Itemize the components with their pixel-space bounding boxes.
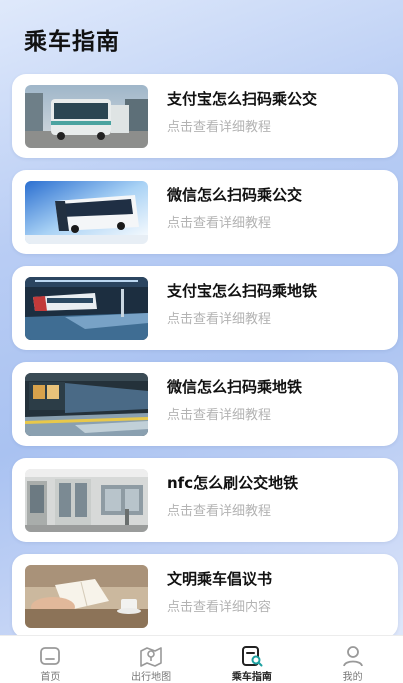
guide-subtitle: 点击查看详细教程 xyxy=(167,120,272,135)
guide-title: 支付宝怎么扫码乘公交 xyxy=(167,90,318,108)
guide-title: 支付宝怎么扫码乘地铁 xyxy=(167,282,318,300)
guide-list: 支付宝怎么扫码乘公交 点击查看详细教程 微信怎么扫码乘公交 点击查看详细教程 支… xyxy=(12,74,398,650)
tab-label: 首页 xyxy=(40,672,61,683)
guide-icon xyxy=(241,646,263,667)
reading-book-photo xyxy=(25,565,148,628)
guide-subtitle: 点击查看详细教程 xyxy=(167,408,272,423)
page-title: 乘车指南 xyxy=(24,29,120,55)
guide-title: 微信怎么扫码乘地铁 xyxy=(167,378,303,396)
guide-card-civility[interactable]: 文明乘车倡议书 点击查看详细内容 xyxy=(12,554,398,638)
tab-label: 出行地图 xyxy=(131,672,172,683)
guide-card-wechat-bus[interactable]: 微信怎么扫码乘公交 点击查看详细教程 xyxy=(12,170,398,254)
bottom-tab-bar: 首页 出行地图 乘车指南 我的 xyxy=(0,635,403,683)
map-icon xyxy=(140,647,162,667)
guide-card-alipay-metro[interactable]: 支付宝怎么扫码乘地铁 点击查看详细教程 xyxy=(12,266,398,350)
tab-label: 乘车指南 xyxy=(231,672,272,683)
train-interior-photo xyxy=(25,469,148,532)
guide-card-alipay-bus[interactable]: 支付宝怎么扫码乘公交 点击查看详细教程 xyxy=(12,74,398,158)
metro-station-photo xyxy=(25,277,148,340)
guide-subtitle: 点击查看详细内容 xyxy=(167,600,272,615)
tab-home[interactable]: 首页 xyxy=(0,636,101,683)
metro-platform-photo xyxy=(25,373,148,436)
guide-subtitle: 点击查看详细教程 xyxy=(167,216,272,231)
tab-profile[interactable]: 我的 xyxy=(302,636,403,683)
guide-subtitle: 点击查看详细教程 xyxy=(167,312,272,327)
tab-guide[interactable]: 乘车指南 xyxy=(202,636,303,683)
profile-icon xyxy=(342,646,363,667)
guide-title: nfc怎么刷公交地铁 xyxy=(167,474,299,492)
tab-label: 我的 xyxy=(342,672,363,683)
guide-title: 文明乘车倡议书 xyxy=(167,570,273,588)
guide-subtitle: 点击查看详细教程 xyxy=(167,504,272,519)
guide-card-nfc[interactable]: nfc怎么刷公交地铁 点击查看详细教程 xyxy=(12,458,398,542)
guide-title: 微信怎么扫码乘公交 xyxy=(167,186,303,204)
tab-map[interactable]: 出行地图 xyxy=(101,636,202,683)
home-icon xyxy=(40,647,61,665)
bus-photo-daylight xyxy=(25,85,148,148)
guide-card-wechat-metro[interactable]: 微信怎么扫码乘地铁 点击查看详细教程 xyxy=(12,362,398,446)
bus-photo-blue-light xyxy=(25,181,148,244)
